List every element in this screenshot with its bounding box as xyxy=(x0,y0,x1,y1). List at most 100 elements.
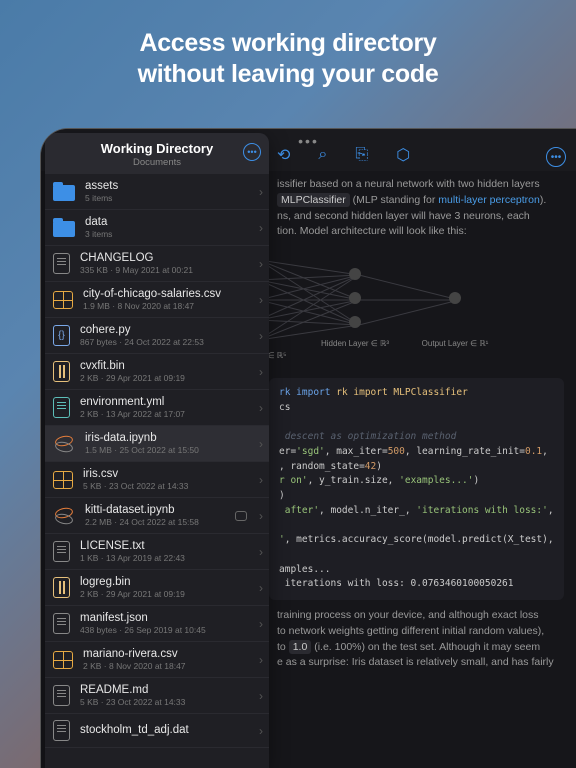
file-name: cvxfit.bin xyxy=(80,360,249,372)
chevron-right-icon: › xyxy=(259,473,263,487)
yml-icon xyxy=(53,397,70,418)
sidebar-title: Working Directory xyxy=(53,141,261,156)
file-meta: 3 items xyxy=(85,229,249,239)
file-name: logreg.bin xyxy=(80,576,249,588)
chevron-right-icon: › xyxy=(259,221,263,235)
py-icon: {} xyxy=(53,325,70,346)
bin-icon xyxy=(53,577,70,598)
chevron-right-icon: › xyxy=(259,581,263,595)
file-item[interactable]: environment.yml2 KB · 13 Apr 2022 at 17:… xyxy=(45,390,269,426)
chevron-right-icon: › xyxy=(259,185,263,199)
doc-link[interactable]: multi-layer perceptron xyxy=(438,194,540,206)
file-item[interactable]: logreg.bin2 KB · 29 Apr 2021 at 09:19 › xyxy=(45,570,269,606)
chevron-right-icon: › xyxy=(259,617,263,631)
bin-icon xyxy=(53,361,70,382)
device-frame: ••• ⟲ ⌕ ⎘ ⬡ ••• issifier based on a neur… xyxy=(40,128,576,768)
file-item[interactable]: kitti-dataset.ipynb2.2 MB · 24 Oct 2022 … xyxy=(45,498,269,534)
file-name: cohere.py xyxy=(80,324,249,336)
file-meta: 2.2 MB · 24 Oct 2022 at 15:58 xyxy=(85,517,249,527)
file-name: mariano-rivera.csv xyxy=(83,648,249,660)
file-item[interactable]: data3 items › xyxy=(45,210,269,246)
headline-line-2: without leaving your code xyxy=(0,59,576,90)
file-meta: 5 items xyxy=(85,193,249,203)
more-button[interactable]: ••• xyxy=(546,147,566,167)
doc-icon xyxy=(53,720,70,741)
file-meta: 2 KB · 29 Apr 2021 at 09:19 xyxy=(80,373,249,383)
chevron-right-icon: › xyxy=(259,545,263,559)
chevron-right-icon: › xyxy=(259,401,263,415)
ipynb-icon xyxy=(53,433,75,455)
file-name: kitti-dataset.ipynb xyxy=(85,504,249,516)
package-icon[interactable]: ⬡ xyxy=(396,145,410,165)
file-item[interactable]: iris-data.ipynb1.5 MB · 25 Oct 2022 at 1… xyxy=(45,426,269,462)
file-name: iris.csv xyxy=(83,468,249,480)
headline-line-1: Access working directory xyxy=(0,28,576,59)
file-item[interactable]: {} cohere.py867 bytes · 24 Oct 2022 at 22… xyxy=(45,318,269,354)
doc-text: issifier based on a neural network with … xyxy=(277,178,540,190)
file-item[interactable]: stockholm_td_adj.dat › xyxy=(45,714,269,748)
file-meta: 335 KB · 9 May 2021 at 00:21 xyxy=(80,265,249,275)
file-meta: 1.9 MB · 8 Nov 2020 at 18:47 xyxy=(83,301,249,311)
folder-icon xyxy=(53,185,75,201)
file-item[interactable]: cvxfit.bin2 KB · 29 Apr 2021 at 09:19› xyxy=(45,354,269,390)
file-name: stockholm_td_adj.dat xyxy=(80,724,249,736)
file-meta: 2 KB · 13 Apr 2022 at 17:07 xyxy=(80,409,249,419)
sidebar-header: Working Directory Documents ••• xyxy=(45,133,269,174)
chevron-right-icon: › xyxy=(259,257,263,271)
file-name: assets xyxy=(85,180,249,192)
file-meta: 2 KB · 8 Nov 2020 at 18:47 xyxy=(83,661,249,671)
chevron-right-icon: › xyxy=(259,509,263,523)
file-meta: 1 KB · 13 Apr 2019 at 22:43 xyxy=(80,553,249,563)
file-item[interactable]: mariano-rivera.csv2 KB · 8 Nov 2020 at 1… xyxy=(45,642,269,678)
file-item[interactable]: CHANGELOG335 KB · 9 May 2021 at 00:21 › xyxy=(45,246,269,282)
file-item[interactable]: LICENSE.txt1 KB · 13 Apr 2019 at 22:43 › xyxy=(45,534,269,570)
file-item[interactable]: manifest.json438 bytes · 26 Sep 2019 at … xyxy=(45,606,269,642)
file-meta: 5 KB · 23 Oct 2022 at 14:33 xyxy=(80,697,249,707)
file-list[interactable]: assets5 items›data3 items›CHANGELOG335 K… xyxy=(45,174,269,768)
search-icon[interactable]: ⌕ xyxy=(318,146,327,164)
chevron-right-icon: › xyxy=(259,724,263,738)
file-meta: 2 KB · 29 Apr 2021 at 09:19 xyxy=(80,589,249,599)
cell-icon[interactable]: ⎘ xyxy=(355,146,368,164)
file-name: manifest.json xyxy=(80,612,249,624)
code-cell[interactable]: rk import rk import MLPClassifier cs des… xyxy=(269,378,564,600)
working-directory-panel: Working Directory Documents ••• assets5 … xyxy=(45,133,269,768)
chevron-right-icon: › xyxy=(259,689,263,703)
file-name: CHANGELOG xyxy=(80,252,249,264)
file-name: README.md xyxy=(80,684,249,696)
chevron-right-icon: › xyxy=(259,329,263,343)
file-meta: 5 KB · 23 Oct 2022 at 14:33 xyxy=(83,481,249,491)
doc-icon xyxy=(53,541,70,562)
file-meta: 438 bytes · 26 Sep 2019 at 10:45 xyxy=(80,625,249,635)
file-item[interactable]: README.md5 KB · 23 Oct 2022 at 14:33 › xyxy=(45,678,269,714)
file-name: city-of-chicago-salaries.csv xyxy=(83,288,249,300)
sidebar-subtitle: Documents xyxy=(53,157,261,168)
ipynb-icon xyxy=(53,505,75,527)
doc-icon xyxy=(53,685,70,706)
folder-icon xyxy=(53,221,75,237)
file-name: data xyxy=(85,216,249,228)
file-meta: 1.5 MB · 25 Oct 2022 at 15:50 xyxy=(85,445,249,455)
chevron-right-icon: › xyxy=(259,653,263,667)
chevron-right-icon: › xyxy=(259,293,263,307)
file-item[interactable]: iris.csv5 KB · 23 Oct 2022 at 14:33 › xyxy=(45,462,269,498)
neural-net-diagram: idden Layer ∈ ℝ⁵ Hidden Layer ∈ ℝ³ Outpu… xyxy=(249,250,564,360)
run-icon[interactable]: ⟲ xyxy=(277,145,290,165)
file-name: iris-data.ipynb xyxy=(85,432,249,444)
doc-icon xyxy=(53,613,70,634)
marketing-headline: Access working directory without leaving… xyxy=(0,28,576,91)
open-badge-icon xyxy=(235,511,247,521)
file-item[interactable]: city-of-chicago-salaries.csv1.9 MB · 8 N… xyxy=(45,282,269,318)
table-icon xyxy=(53,651,73,669)
sidebar-more-button[interactable]: ••• xyxy=(243,143,261,161)
table-icon xyxy=(53,471,73,489)
chevron-right-icon: › xyxy=(259,437,263,451)
table-icon xyxy=(53,291,73,309)
file-item[interactable]: assets5 items › xyxy=(45,174,269,210)
code-chip: MLPClassifier xyxy=(277,193,350,207)
file-name: environment.yml xyxy=(80,396,249,408)
file-meta: 867 bytes · 24 Oct 2022 at 22:53 xyxy=(80,337,249,347)
doc-icon xyxy=(53,253,70,274)
nn-edges xyxy=(239,250,539,350)
file-name: LICENSE.txt xyxy=(80,540,249,552)
